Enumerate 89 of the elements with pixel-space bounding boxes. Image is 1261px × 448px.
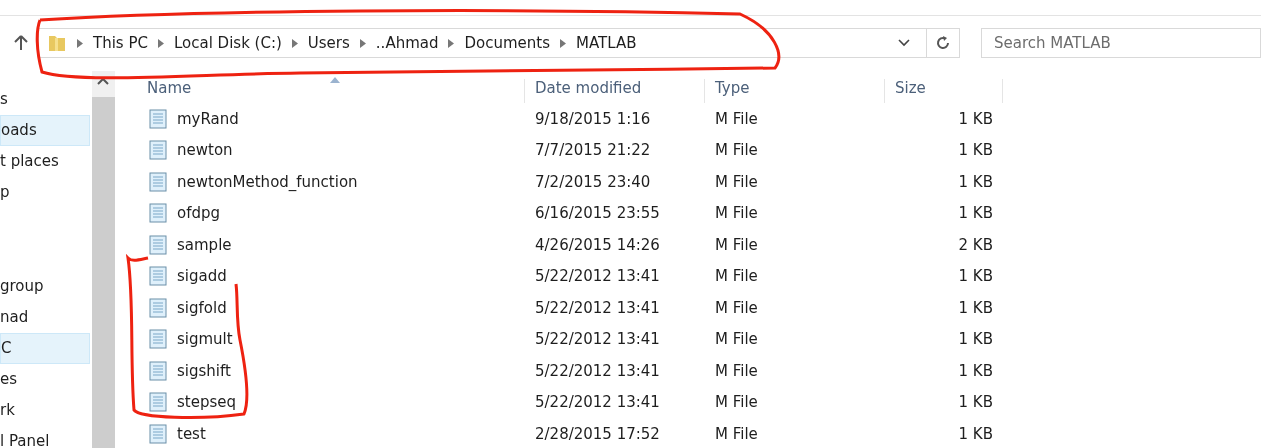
file-name[interactable]: sigshift: [177, 361, 231, 380]
type-cell-text: M File: [714, 393, 759, 412]
type-cell-text: M File: [714, 204, 759, 223]
type-cell-text: M File: [714, 298, 759, 317]
type-cell-text: M File: [714, 109, 759, 128]
sidebar-item[interactable]: l Panel: [0, 426, 90, 448]
size-cell-text: 1 KB: [957, 424, 994, 443]
file-name[interactable]: sigadd: [177, 267, 227, 286]
type-cell-text: M File: [714, 235, 759, 254]
column-header[interactable]: Type: [705, 79, 885, 103]
size-cell-text: 1 KB: [957, 141, 994, 160]
file-name[interactable]: ofdpg: [177, 204, 221, 223]
file-icon: [149, 234, 167, 255]
date-cell-text: 5/22/2012 13:41: [534, 298, 661, 317]
file-icon: [149, 423, 167, 444]
size-cell-text: 1 KB: [957, 109, 994, 128]
date-cell-text: 6/16/2015 23:55: [534, 204, 661, 223]
file-icon: [149, 140, 167, 161]
date-cell-text: 5/22/2012 13:41: [534, 393, 661, 412]
size-cell-text: 2 KB: [957, 235, 994, 254]
size-cell-text: 1 KB: [957, 361, 994, 380]
folder-icon: [47, 33, 67, 53]
up-arrow-icon[interactable]: [14, 35, 28, 51]
date-cell-text: 7/7/2015 21:22: [534, 141, 652, 160]
column-header[interactable]: Size: [885, 79, 1003, 103]
breadcrumb[interactable]: Users: [307, 34, 350, 52]
date-cell-text: 5/22/2012 13:41: [534, 330, 661, 349]
type-cell-text: M File: [714, 141, 759, 160]
address-bar[interactable]: This PC Local Disk (C:) Users ..Ahmad Documents MATLAB: [38, 28, 960, 58]
type-cell-text: M File: [714, 424, 759, 443]
chevron-icon[interactable]: [157, 38, 164, 48]
sidebar-item[interactable]: t places: [0, 146, 90, 177]
file-name[interactable]: sigmult: [177, 330, 233, 349]
type-cell-text: M File: [714, 361, 759, 380]
chevron-icon[interactable]: [560, 38, 566, 48]
breadcrumb[interactable]: This PC: [93, 34, 148, 52]
size-cell-text: 1 KB: [957, 330, 994, 349]
file-name[interactable]: stepseq: [177, 393, 236, 412]
sidebar-item[interactable]: es: [0, 364, 90, 395]
file-icon: [149, 266, 167, 287]
file-name[interactable]: newtonMethod_function: [177, 172, 358, 191]
sidebar-item[interactable]: group: [0, 271, 90, 302]
sort-arrow-icon: [330, 77, 340, 83]
file-icon: [149, 329, 167, 350]
size-cell-text: 1 KB: [957, 267, 994, 286]
file-icon: [149, 392, 167, 413]
date-cell-text: 5/22/2012 13:41: [534, 267, 661, 286]
file-icon: [149, 360, 167, 381]
sidebar-item[interactable]: oads: [0, 115, 90, 146]
search-field[interactable]: Search MATLAB: [981, 28, 1261, 58]
file-name[interactable]: sigfold: [177, 298, 227, 317]
sidebar-item[interactable]: s: [0, 84, 90, 115]
sidebar-item[interactable]: p: [0, 177, 90, 208]
file-icon: [149, 297, 167, 318]
breadcrumb[interactable]: Documents: [464, 34, 550, 52]
breadcrumb[interactable]: MATLAB: [576, 34, 637, 52]
size-cell-text: 1 KB: [957, 393, 994, 412]
type-cell-text: M File: [714, 267, 759, 286]
scrollbar[interactable]: [92, 71, 115, 448]
file-name[interactable]: myRand: [177, 109, 239, 128]
breadcrumb[interactable]: ..Ahmad: [375, 34, 439, 52]
type-cell-text: M File: [714, 330, 759, 349]
date-cell-text: 9/18/2015 1:16: [534, 109, 652, 128]
file-name[interactable]: sample: [177, 235, 232, 254]
dropdown-icon[interactable]: [898, 39, 910, 47]
refresh-icon[interactable]: [935, 35, 951, 51]
chevron-icon[interactable]: [291, 38, 298, 48]
sidebar-item[interactable]: C: [0, 333, 90, 364]
sidebar-item[interactable]: nad: [0, 302, 90, 333]
size-cell-text: 1 KB: [957, 298, 994, 317]
column-header[interactable]: Date modified: [525, 79, 705, 103]
breadcrumb[interactable]: Local Disk (C:): [173, 34, 282, 52]
chevron-icon[interactable]: [448, 38, 455, 48]
size-cell-text: 1 KB: [957, 204, 994, 223]
chevron-icon[interactable]: [359, 38, 366, 48]
type-cell-text: M File: [714, 172, 759, 191]
sidebar-item[interactable]: rk: [0, 395, 90, 426]
file-icon: [149, 171, 167, 192]
scroll-up-icon[interactable]: [97, 77, 109, 85]
file-name[interactable]: newton: [177, 141, 233, 160]
date-cell-text: 7/2/2015 23:40: [534, 172, 652, 191]
file-name[interactable]: test: [177, 424, 206, 443]
date-cell-text: 5/22/2012 13:41: [534, 361, 661, 380]
chevron-icon[interactable]: [77, 38, 83, 48]
file-icon: [149, 108, 167, 129]
file-icon: [149, 203, 167, 224]
size-cell-text: 1 KB: [957, 172, 994, 191]
date-cell-text: 2/28/2015 17:52: [534, 424, 661, 443]
date-cell-text: 4/26/2015 14:26: [534, 235, 661, 254]
